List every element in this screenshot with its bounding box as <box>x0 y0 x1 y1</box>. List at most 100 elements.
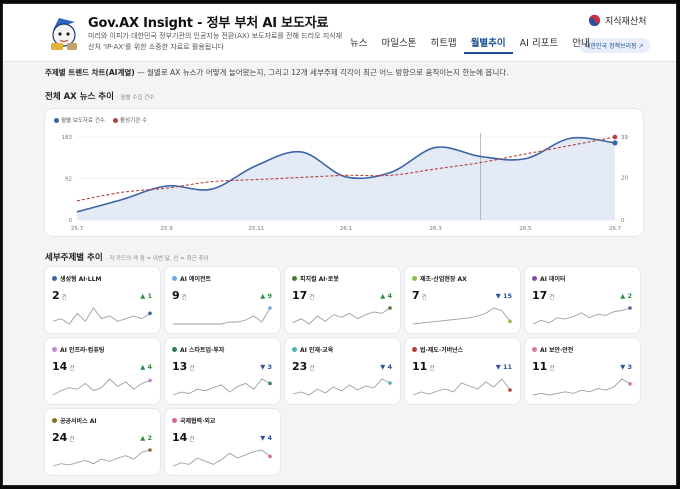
x-tick-label: 25.9 <box>161 226 174 232</box>
x-tick-label: 25.11 <box>248 226 264 232</box>
subtopic-count: 2건 <box>52 289 67 302</box>
subtopic-name: AI 인재·교육 <box>300 347 334 354</box>
subtopic-card[interactable]: AI 에이전트 9 건 ▲ 9 <box>165 267 280 333</box>
subtopic-name: 법·제도·거버넌스 <box>420 347 464 354</box>
subtopic-count-unit: 건 <box>549 366 555 372</box>
subtopic-color-dot <box>172 418 177 423</box>
subtopic-color-dot <box>532 347 537 352</box>
subtopic-count-value: 7 <box>412 289 420 302</box>
subtopic-card[interactable]: AI 보안·안전 11 건 ▼ 3 <box>525 338 640 404</box>
subtopic-card[interactable]: AI 스타트업·투자 13 건 ▼ 3 <box>165 338 280 404</box>
intro-text: 주제별 트렌드 차트(AI계열) — 월별로 AX 뉴스가 어떻게 늘어왔는지,… <box>45 67 509 78</box>
subtopic-delta-value: 4 <box>387 363 392 371</box>
subtopic-delta: ▲ 9 <box>260 292 272 300</box>
sparkline-current-point <box>628 306 632 310</box>
subtopic-count-value: 14 <box>52 360 68 373</box>
y-left-tick-label: 183 <box>62 135 73 141</box>
subtopic-card-header: 생성형 AI·LLM <box>52 274 101 283</box>
main-line-chart[interactable]: 0 92 183 0 20 39 25.7 25.9 25.11 26.1 26.3 26.5 26.7 <box>45 109 643 236</box>
subtopic-sparkline <box>172 449 272 467</box>
nav-milestone[interactable]: 마일스톤 <box>374 36 423 54</box>
subtopic-delta: ▼ 3 <box>260 363 272 371</box>
x-tick-label: 26.1 <box>340 226 352 232</box>
subtopic-card[interactable]: 제조·산업현장 AX 7 건 ▼ 15 <box>405 267 520 333</box>
subtopic-card[interactable]: AI 인재·교육 23 건 ▼ 4 <box>285 338 400 404</box>
nav-news[interactable]: 뉴스 <box>343 36 374 54</box>
subtopic-delta-value: 3 <box>627 363 632 371</box>
subtopic-name: AI 보안·안전 <box>540 347 574 354</box>
subtopic-card[interactable]: 피지컬 AI·로봇 17 건 ▲ 4 <box>285 267 400 333</box>
sparkline-path <box>52 307 151 325</box>
intro-description: — 월별로 AX 뉴스가 어떻게 늘어왔는지, 그리고 12개 세부주제 각각이… <box>134 68 509 77</box>
subtopic-card-header: AI 스타트업·투자 <box>172 345 224 354</box>
sparkline-path <box>173 307 271 325</box>
subtopic-count-value: 17 <box>532 289 548 302</box>
subtopic-card[interactable]: 생성형 AI·LLM 2 건 ▲ 1 <box>45 267 160 333</box>
sparkline-current-point <box>148 311 152 316</box>
subtopic-name: AI 데이터 <box>540 276 566 283</box>
subtopic-sparkline <box>532 378 632 396</box>
sparkline-current-point <box>508 388 512 392</box>
subtopic-name: AI 에이전트 <box>180 276 212 283</box>
subtopic-name: 제조·산업현장 AX <box>420 276 467 283</box>
subtopic-color-dot <box>292 347 297 352</box>
subtopic-name: AI 인프라·컴퓨팅 <box>60 347 105 354</box>
main-chart-card: 월별 보도자료 건수 활성기관 수 0 92 183 0 20 39 25.7 25.9 25.… <box>45 109 643 236</box>
subtopic-count: 17 건 <box>292 289 314 302</box>
subtopic-card[interactable]: 공공서비스 AI 24 건 ▲ 2 <box>45 409 160 475</box>
sparkline-current-point <box>508 319 512 324</box>
x-tick-label: 26.3 <box>430 226 443 232</box>
y-left-tick-label: 92 <box>65 176 72 182</box>
subtopic-color-dot <box>292 276 297 281</box>
subtopic-delta: ▼ 4 <box>260 434 272 442</box>
header-divider <box>3 61 676 62</box>
subtopic-delta: ▲ 2 <box>620 292 632 300</box>
subtopic-card-header: AI 인프라·컴퓨팅 <box>52 345 104 354</box>
nav-ai-report[interactable]: AI 리포트 <box>513 36 566 54</box>
subtopic-sparkline <box>52 307 152 325</box>
subtopic-card-header: 공공서비스 AI <box>52 416 97 425</box>
subtopic-count: 7건 <box>412 289 427 302</box>
subtopic-card[interactable]: AI 데이터 17 건 ▲ 2 <box>525 267 640 333</box>
subtopic-count-value: 11 <box>532 360 548 373</box>
nav-guide[interactable]: 안내 <box>565 36 596 54</box>
y-right-tick-label: 0 <box>621 218 625 224</box>
subtopic-delta-value: 4 <box>267 434 272 442</box>
main-chart-title-text: 전체 AX 뉴스 추이 <box>45 92 114 102</box>
y-left-tick-label: 0 <box>69 218 73 224</box>
subtopics-title-text: 세부주제별 추이 <box>45 253 103 263</box>
subtopic-count: 14 건 <box>52 360 74 373</box>
subtopic-color-dot <box>532 276 537 281</box>
sparkline-current-point <box>388 306 392 310</box>
subtopic-delta: ▲ 4 <box>140 363 152 371</box>
sparkline-current-point <box>628 382 632 386</box>
subtopic-color-dot <box>52 276 57 281</box>
sparkline-current-point <box>148 378 152 383</box>
subtopic-name: 공공서비스 AI <box>60 418 97 425</box>
subtopic-delta-value: 4 <box>147 363 152 371</box>
subtopic-card-header: AI 인재·교육 <box>292 345 333 354</box>
subtopic-name: 피지컬 AI·로봇 <box>300 276 339 283</box>
header: Gov.AX Insight - 정부 부처 AI 보도자료 미리와 이피가 대… <box>3 4 676 61</box>
subtopic-sparkline <box>172 378 272 396</box>
app-window: Gov.AX Insight - 정부 부처 AI 보도자료 미리와 이피가 대… <box>2 3 677 486</box>
subtopic-delta-value: 9 <box>267 292 272 300</box>
nav-heatmap[interactable]: 히트맵 <box>423 36 463 54</box>
subtopic-card[interactable]: 법·제도·거버넌스 11 건 ▼ 11 <box>405 338 520 404</box>
subtopic-card[interactable]: 국제협력·외교 14 건 ▼ 4 <box>165 409 280 475</box>
subtopic-delta: ▼ 3 <box>620 363 632 371</box>
subtopic-sparkline <box>52 448 152 467</box>
subtopic-card[interactable]: AI 인프라·컴퓨팅 14 건 ▲ 4 <box>45 338 160 404</box>
subtopic-count-unit: 건 <box>189 437 195 443</box>
x-tick-label: 26.5 <box>519 226 532 232</box>
sparkline-current-point <box>148 448 152 452</box>
subtopic-count-unit: 건 <box>61 295 67 301</box>
subtopic-sparkline <box>532 306 632 325</box>
subtopic-count-unit: 건 <box>429 366 435 372</box>
taegeuk-icon <box>588 14 601 27</box>
nav-monthly-trend[interactable]: 월별추이 <box>463 36 513 54</box>
subtopic-sparkline <box>412 307 512 325</box>
subtopic-count-unit: 건 <box>309 366 315 372</box>
series-area-articles <box>77 137 615 220</box>
subtopic-delta: ▼ 4 <box>380 363 392 371</box>
